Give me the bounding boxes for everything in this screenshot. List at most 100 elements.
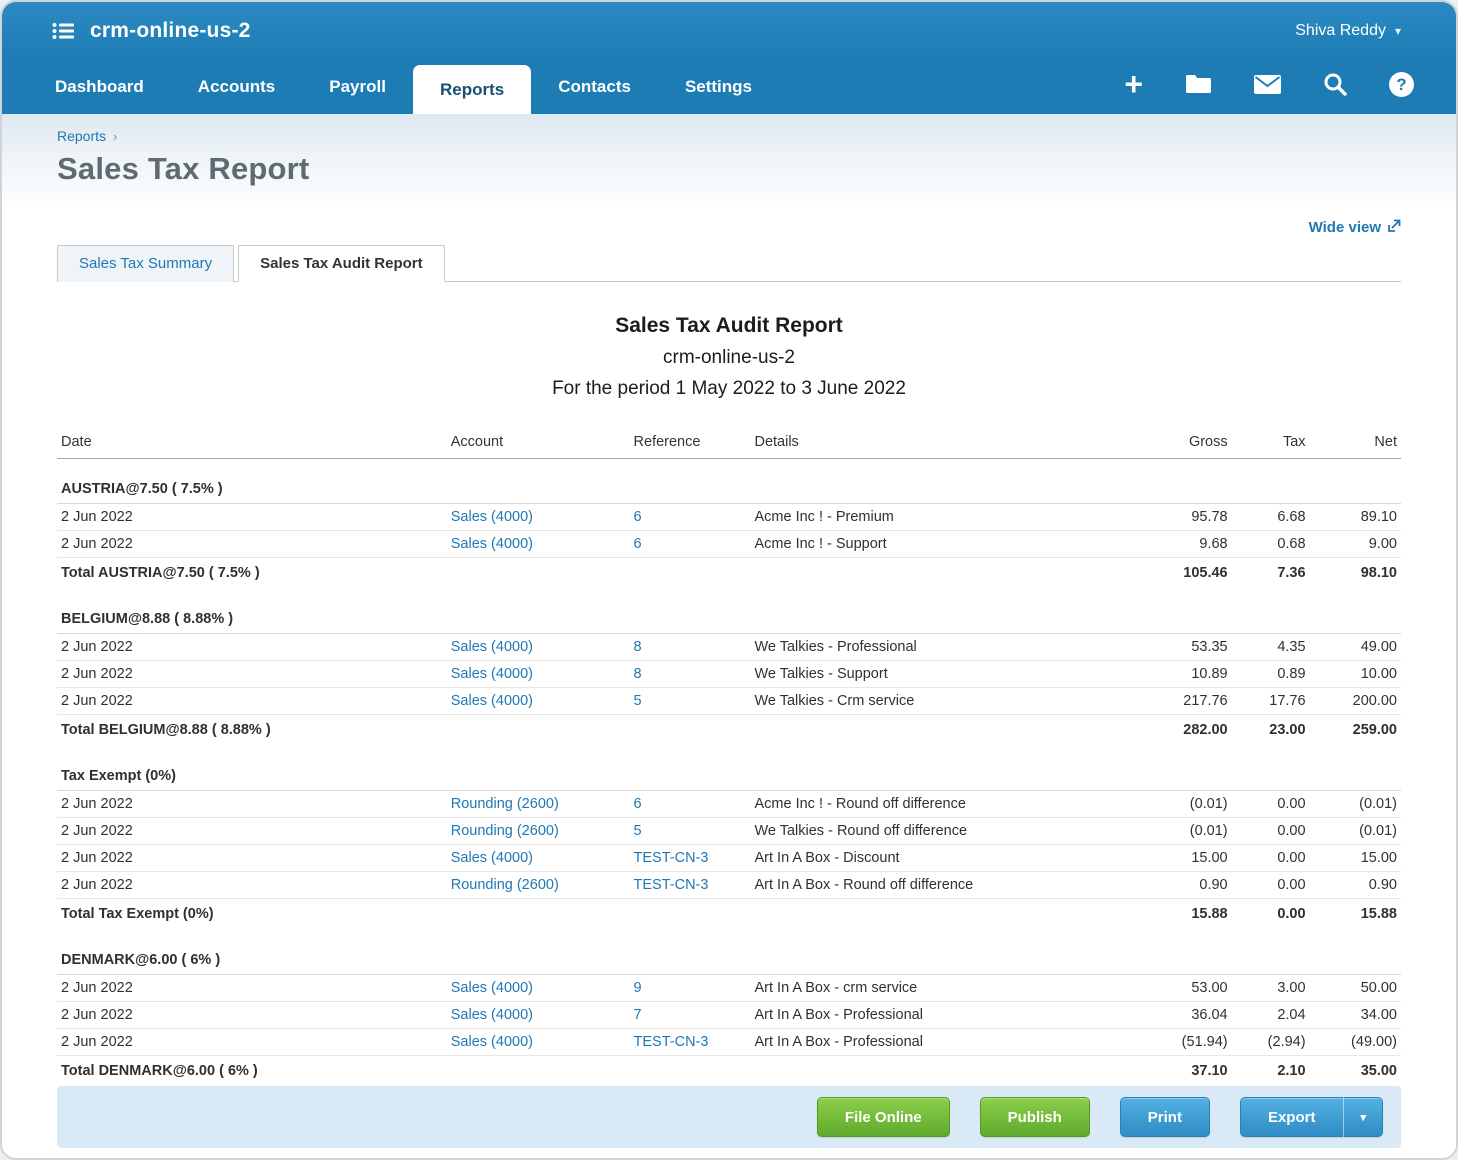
user-menu[interactable]: Shiva Reddy ▾: [1295, 22, 1401, 40]
account-link[interactable]: Sales (4000): [451, 639, 533, 655]
cell-reference: 5: [630, 688, 751, 715]
reference-link[interactable]: 6: [634, 509, 642, 525]
cell-gross: (0.01): [1135, 818, 1232, 845]
cell-details: We Talkies - Professional: [750, 634, 1134, 661]
col-header-account: Account: [447, 426, 630, 459]
account-link[interactable]: Sales (4000): [451, 666, 533, 682]
cell-reference: TEST-CN-3: [630, 872, 751, 899]
app-menu-icon[interactable]: [52, 22, 74, 40]
group-header-row: Tax Exempt (0%): [57, 762, 1401, 791]
cell-tax: 4.35: [1232, 634, 1310, 661]
account-link[interactable]: Sales (4000): [451, 1034, 533, 1050]
cell-reference: TEST-CN-3: [630, 1029, 751, 1056]
account-link[interactable]: Sales (4000): [451, 509, 533, 525]
cell-details: Art In A Box - Professional: [750, 1002, 1134, 1029]
account-link[interactable]: Sales (4000): [451, 1007, 533, 1023]
main-nav: Dashboard Accounts Payroll Reports Conta…: [2, 60, 1456, 114]
cell-date: 2 Jun 2022: [57, 872, 447, 899]
account-link[interactable]: Sales (4000): [451, 980, 533, 996]
account-link[interactable]: Rounding (2600): [451, 877, 559, 893]
cell-tax: 2.04: [1232, 1002, 1310, 1029]
page-title: Sales Tax Report: [57, 151, 1401, 187]
total-net: 35.00: [1310, 1056, 1401, 1087]
cell-gross: 9.68: [1135, 531, 1232, 558]
cell-details: Art In A Box - Discount: [750, 845, 1134, 872]
cell-reference: 6: [630, 791, 751, 818]
tab-sales-tax-summary[interactable]: Sales Tax Summary: [57, 245, 234, 282]
cell-gross: 217.76: [1135, 688, 1232, 715]
cell-account: Sales (4000): [447, 531, 630, 558]
table-row: 2 Jun 2022Sales (4000)8We Talkies - Prof…: [57, 634, 1401, 661]
col-header-details: Details: [750, 426, 1134, 459]
print-button[interactable]: Print: [1120, 1097, 1210, 1137]
group-total-row: Total AUSTRIA@7.50 ( 7.5% )105.467.3698.…: [57, 558, 1401, 589]
tab-sales-tax-audit-report[interactable]: Sales Tax Audit Report: [238, 245, 445, 282]
total-tax: 0.00: [1232, 899, 1310, 930]
report-tabs: Sales Tax Summary Sales Tax Audit Report: [57, 244, 1401, 282]
total-gross: 105.46: [1135, 558, 1232, 589]
nav-contacts[interactable]: Contacts: [531, 60, 658, 114]
nav-reports[interactable]: Reports: [413, 65, 531, 114]
search-icon[interactable]: [1323, 72, 1347, 96]
account-link[interactable]: Rounding (2600): [451, 823, 559, 839]
cell-tax: (2.94): [1232, 1029, 1310, 1056]
spacer-row: [57, 588, 1401, 605]
breadcrumb: Reports ›: [57, 128, 1401, 144]
reference-link[interactable]: 8: [634, 666, 642, 682]
cell-reference: 9: [630, 975, 751, 1002]
nav-payroll[interactable]: Payroll: [302, 60, 413, 114]
reference-link[interactable]: 6: [634, 536, 642, 552]
nav-settings[interactable]: Settings: [658, 60, 779, 114]
group-total-row: Total BELGIUM@8.88 ( 8.88% )282.0023.002…: [57, 715, 1401, 746]
add-icon[interactable]: +: [1124, 69, 1143, 99]
col-header-gross: Gross: [1135, 426, 1232, 459]
report-title: Sales Tax Audit Report: [57, 314, 1401, 338]
reference-link[interactable]: TEST-CN-3: [634, 1034, 709, 1050]
account-link[interactable]: Rounding (2600): [451, 796, 559, 812]
cell-tax: 0.00: [1232, 791, 1310, 818]
breadcrumb-reports-link[interactable]: Reports: [57, 128, 106, 144]
cell-net: 15.00: [1310, 845, 1401, 872]
cell-tax: 0.00: [1232, 872, 1310, 899]
total-net: 15.88: [1310, 899, 1401, 930]
mail-icon[interactable]: [1254, 75, 1281, 94]
cell-gross: 95.78: [1135, 504, 1232, 531]
total-net: 98.10: [1310, 558, 1401, 589]
cell-account: Sales (4000): [447, 661, 630, 688]
folder-icon[interactable]: [1185, 74, 1212, 94]
cell-account: Sales (4000): [447, 634, 630, 661]
cell-net: 200.00: [1310, 688, 1401, 715]
reference-link[interactable]: 5: [634, 693, 642, 709]
reference-link[interactable]: 7: [634, 1007, 642, 1023]
export-button[interactable]: Export ▾: [1240, 1097, 1383, 1137]
reference-link[interactable]: 5: [634, 823, 642, 839]
total-tax: 7.36: [1232, 558, 1310, 589]
reference-link[interactable]: 6: [634, 796, 642, 812]
file-online-button[interactable]: File Online: [817, 1097, 950, 1137]
wide-view-label: Wide view: [1309, 219, 1381, 236]
group-name: DENMARK@6.00 ( 6% ): [57, 946, 1401, 975]
reference-link[interactable]: TEST-CN-3: [634, 877, 709, 893]
export-caret-icon: ▾: [1343, 1097, 1382, 1137]
publish-button[interactable]: Publish: [980, 1097, 1090, 1137]
group-header-row: BELGIUM@8.88 ( 8.88% ): [57, 605, 1401, 634]
cell-tax: 6.68: [1232, 504, 1310, 531]
cell-reference: 6: [630, 531, 751, 558]
reference-link[interactable]: 9: [634, 980, 642, 996]
help-icon[interactable]: ?: [1389, 72, 1414, 97]
wide-view-link[interactable]: Wide view: [1309, 218, 1401, 238]
topbar: crm-online-us-2 Shiva Reddy ▾: [2, 2, 1456, 60]
total-label: Total AUSTRIA@7.50 ( 7.5% ): [57, 558, 1135, 589]
reference-link[interactable]: TEST-CN-3: [634, 850, 709, 866]
reference-link[interactable]: 8: [634, 639, 642, 655]
table-row: 2 Jun 2022Sales (4000)9Art In A Box - cr…: [57, 975, 1401, 1002]
cell-tax: 0.00: [1232, 818, 1310, 845]
account-link[interactable]: Sales (4000): [451, 536, 533, 552]
account-link[interactable]: Sales (4000): [451, 850, 533, 866]
table-row: 2 Jun 2022Sales (4000)7Art In A Box - Pr…: [57, 1002, 1401, 1029]
account-link[interactable]: Sales (4000): [451, 693, 533, 709]
nav-accounts[interactable]: Accounts: [171, 60, 302, 114]
nav-dashboard[interactable]: Dashboard: [28, 60, 171, 114]
table-row: 2 Jun 2022Sales (4000)6Acme Inc ! - Supp…: [57, 531, 1401, 558]
report-heading: Sales Tax Audit Report crm-online-us-2 F…: [57, 314, 1401, 400]
